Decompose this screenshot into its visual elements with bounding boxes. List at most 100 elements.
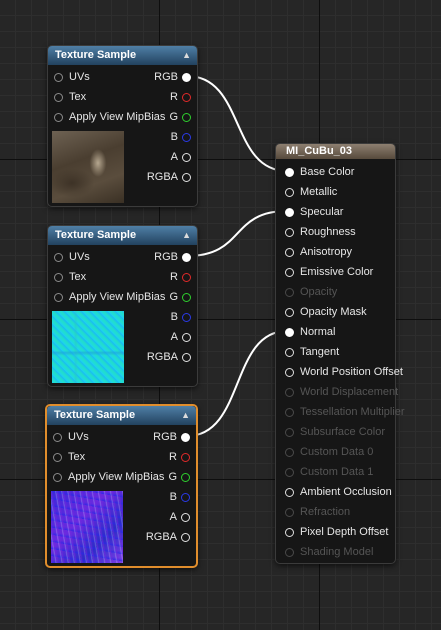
pin-icon[interactable] [285,267,294,277]
pin-icon[interactable] [285,367,294,377]
texture-sample-node[interactable]: Texture Sample ▲ UVs Tex Apply View MipB… [45,404,198,568]
material-input-pin-specular[interactable]: Specular [285,205,343,219]
material-input-pin-refraction: Refraction [285,505,350,519]
texture-sample-node[interactable]: Texture Sample ▲ UVs Tex Apply View MipB… [47,225,198,387]
node-title: Texture Sample [55,229,137,241]
output-pin-rgb[interactable]: RGB [154,250,191,264]
pin-icon[interactable] [54,272,63,282]
node-header[interactable]: Texture Sample ▲ [48,226,197,245]
output-pin-b[interactable]: B [171,130,191,144]
wire-rgb-to-normal [186,330,288,437]
pin-label: B [170,131,178,144]
pin-icon[interactable] [181,492,190,502]
material-input-pin-world-position-offset[interactable]: World Position Offset [285,365,403,379]
output-pin-rgba[interactable]: RGBA [147,170,191,184]
input-pin-apply-view-mipbias[interactable]: Apply View MipBias [54,110,165,124]
pin-icon[interactable] [182,92,191,102]
pin-icon[interactable] [285,527,294,537]
pin-icon[interactable] [54,92,63,102]
input-pin-tex[interactable]: Tex [53,450,85,464]
pin-icon[interactable] [182,332,191,342]
pin-icon[interactable] [182,112,191,122]
material-input-pin-ambient-occlusion[interactable]: Ambient Occlusion [285,485,392,499]
input-pin-uvs[interactable]: UVs [54,70,90,84]
pin-icon[interactable] [181,472,190,482]
pin-icon[interactable] [182,272,191,282]
pin-icon[interactable] [285,247,294,257]
material-input-pin-base-color[interactable]: Base Color [285,165,354,179]
pin-icon[interactable] [54,112,63,122]
pin-icon[interactable] [285,487,294,497]
pin-icon[interactable] [181,512,190,522]
pin-icon[interactable] [285,327,294,337]
input-pin-apply-view-mipbias[interactable]: Apply View MipBias [53,470,164,484]
pin-icon[interactable] [54,252,63,262]
pin-icon[interactable] [53,432,62,442]
collapse-arrow-icon[interactable]: ▲ [181,406,190,425]
pin-icon[interactable] [285,227,294,237]
pin-icon[interactable] [182,172,191,182]
texture-sample-node[interactable]: Texture Sample ▲ UVs Tex Apply View MipB… [47,45,198,207]
output-pin-a[interactable]: A [170,510,190,524]
material-input-pin-pixel-depth-offset[interactable]: Pixel Depth Offset [285,525,388,539]
output-pin-a[interactable]: A [171,330,191,344]
collapse-arrow-icon[interactable]: ▲ [182,226,191,245]
output-pin-rgba[interactable]: RGBA [146,530,190,544]
pin-icon[interactable] [53,452,62,462]
input-pin-tex[interactable]: Tex [54,90,86,104]
material-input-pin-opacity-mask[interactable]: Opacity Mask [285,305,367,319]
output-pin-b[interactable]: B [171,310,191,324]
material-input-pin-metallic[interactable]: Metallic [285,185,337,199]
pin-icon[interactable] [53,472,62,482]
output-pin-rgba[interactable]: RGBA [147,350,191,364]
pin-icon[interactable] [285,187,294,197]
output-pin-r[interactable]: R [170,90,191,104]
material-input-pin-emissive-color[interactable]: Emissive Color [285,265,373,279]
node-header[interactable]: Texture Sample ▲ [48,46,197,65]
pin-label: A [169,511,177,524]
output-pin-rgb[interactable]: RGB [153,430,190,444]
pin-icon[interactable] [182,152,191,162]
material-input-pin-tangent[interactable]: Tangent [285,345,339,359]
pin-icon[interactable] [182,132,191,142]
output-pin-g[interactable]: G [169,290,191,304]
input-pin-uvs[interactable]: UVs [53,430,89,444]
pin-label: World Displacement [300,386,399,398]
pin-icon[interactable] [285,307,294,317]
input-pin-tex[interactable]: Tex [54,270,86,284]
output-pin-g[interactable]: G [169,110,191,124]
pin-icon[interactable] [285,167,294,177]
material-input-pin-normal[interactable]: Normal [285,325,335,339]
collapse-arrow-icon[interactable]: ▲ [182,46,191,65]
pin-icon[interactable] [181,452,190,462]
material-input-pin-anisotropy[interactable]: Anisotropy [285,245,352,259]
output-pin-a[interactable]: A [171,150,191,164]
pin-icon[interactable] [181,432,190,442]
output-pin-r[interactable]: R [170,270,191,284]
pin-icon [285,407,294,417]
pin-icon[interactable] [181,532,190,542]
output-pin-rgb[interactable]: RGB [154,70,191,84]
input-pin-uvs[interactable]: UVs [54,250,90,264]
output-pin-b[interactable]: B [170,490,190,504]
material-input-pin-roughness[interactable]: Roughness [285,225,356,239]
pin-icon[interactable] [182,312,191,322]
pin-icon[interactable] [285,207,294,217]
pin-icon[interactable] [285,347,294,357]
pin-label: RGB [153,431,177,444]
input-pin-apply-view-mipbias[interactable]: Apply View MipBias [54,290,165,304]
pin-icon[interactable] [182,352,191,362]
material-input-pin-opacity: Opacity [285,285,337,299]
pin-icon[interactable] [182,252,191,262]
pin-icon[interactable] [182,292,191,302]
material-node-title[interactable]: MI_CuBu_03 [276,144,395,159]
material-graph-canvas[interactable]: Texture Sample ▲ UVs Tex Apply View MipB… [0,0,441,630]
pin-icon[interactable] [54,72,63,82]
node-header[interactable]: Texture Sample ▲ [47,406,196,425]
pin-icon [285,287,294,297]
output-pin-g[interactable]: G [168,470,190,484]
pin-icon[interactable] [182,72,191,82]
pin-icon[interactable] [54,292,63,302]
material-result-node[interactable]: MI_CuBu_03 Base Color Metallic Specular Rou… [275,143,405,564]
output-pin-r[interactable]: R [169,450,190,464]
